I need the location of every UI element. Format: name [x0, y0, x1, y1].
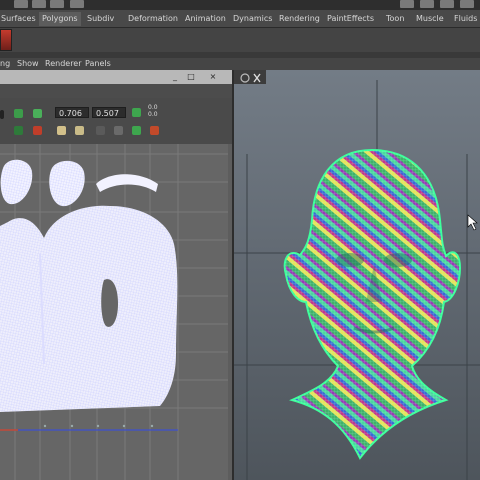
uv-delete-icon[interactable] — [150, 126, 159, 135]
tab-painteffects[interactable]: PaintEffects — [324, 12, 377, 26]
perspective-viewport[interactable] — [232, 70, 480, 480]
uv-editor-titlebar[interactable] — [0, 70, 232, 84]
head-model[interactable] — [283, 148, 462, 460]
tab-fluids[interactable]: Fluids — [451, 12, 480, 26]
shelf-top-strip — [0, 0, 480, 10]
menu-panels[interactable]: Panels — [85, 58, 111, 70]
uv-shell-ear-right[interactable] — [49, 160, 85, 207]
u-value-field[interactable]: 0.706 — [55, 107, 89, 118]
uv-transform-icon[interactable] — [14, 109, 23, 118]
tab-surfaces[interactable]: Surfaces — [0, 12, 39, 26]
uv-axis-ticks — [43, 424, 154, 428]
shelf-icon[interactable] — [400, 0, 414, 8]
scissors-icon[interactable] — [253, 73, 261, 83]
uv-shell-ear-left[interactable] — [0, 159, 33, 205]
icon-badge: 0.0 — [148, 104, 158, 111]
shelf-tab-bar: Surfaces Polygons Subdiv Deformation Ani… — [0, 10, 480, 28]
shelf-icon[interactable] — [32, 0, 46, 8]
icon-badge: 0.0 — [148, 111, 158, 118]
uv-editor-menu-strip — [0, 84, 232, 98]
shelf-icon[interactable] — [420, 0, 434, 8]
tab-subdiv[interactable]: Subdiv — [84, 12, 117, 26]
tab-deformation[interactable]: Deformation — [125, 12, 181, 26]
tab-rendering[interactable]: Rendering — [276, 12, 323, 26]
v-value-field[interactable]: 0.507 — [92, 107, 126, 118]
uv-editor-toolbar: 0.0 0.0 — [0, 98, 232, 144]
minimize-button[interactable]: _ — [170, 72, 180, 82]
viewport-toolbar — [232, 70, 266, 84]
tab-polygons[interactable]: Polygons — [39, 12, 81, 26]
uv-layout-view[interactable] — [0, 144, 228, 480]
shelf-tool-icon[interactable] — [0, 29, 12, 51]
shelf-icon[interactable] — [14, 0, 28, 8]
uv-paste-icon[interactable] — [75, 126, 84, 135]
shelf-icon-area — [0, 28, 480, 52]
tab-dynamics[interactable]: Dynamics — [230, 12, 275, 26]
tab-toon[interactable]: Toon — [383, 12, 407, 26]
uv-cut-icon[interactable] — [33, 126, 42, 135]
uv-shell-neck[interactable] — [96, 174, 158, 192]
uv-layout-icon[interactable] — [14, 126, 23, 135]
panel-menu-bar: ng Show Renderer Panels — [0, 58, 480, 70]
uv-lock-icon[interactable] — [96, 126, 105, 135]
eye-socket-right — [384, 253, 412, 267]
mouse-cursor-icon — [467, 214, 478, 231]
uv-shell-head[interactable] — [0, 205, 178, 412]
close-button[interactable]: × — [208, 72, 218, 82]
shelf-icon[interactable] — [70, 0, 84, 8]
uv-snap-icon[interactable] — [132, 126, 141, 135]
tab-animation[interactable]: Animation — [182, 12, 229, 26]
menu-show[interactable]: Show — [17, 58, 39, 70]
shelf-icon[interactable] — [460, 0, 474, 8]
menu-renderer[interactable]: Renderer — [45, 58, 82, 70]
shelf-icon[interactable] — [440, 0, 454, 8]
tab-muscle[interactable]: Muscle — [413, 12, 447, 26]
uv-copy-icon[interactable] — [57, 126, 66, 135]
eye-socket-left — [336, 253, 364, 267]
toolbar-edge — [0, 110, 4, 119]
uv-refresh-icon[interactable] — [132, 108, 141, 117]
uv-unlock-icon[interactable] — [114, 126, 123, 135]
maximize-button[interactable]: □ — [186, 72, 196, 82]
uv-editor-canvas[interactable] — [0, 144, 228, 480]
menu-lighting[interactable]: ng — [0, 58, 10, 70]
shelf-icon[interactable] — [50, 0, 64, 8]
head-mesh-view[interactable] — [232, 70, 480, 480]
uv-rotate-icon[interactable] — [33, 109, 42, 118]
camera-icon[interactable] — [240, 73, 250, 83]
